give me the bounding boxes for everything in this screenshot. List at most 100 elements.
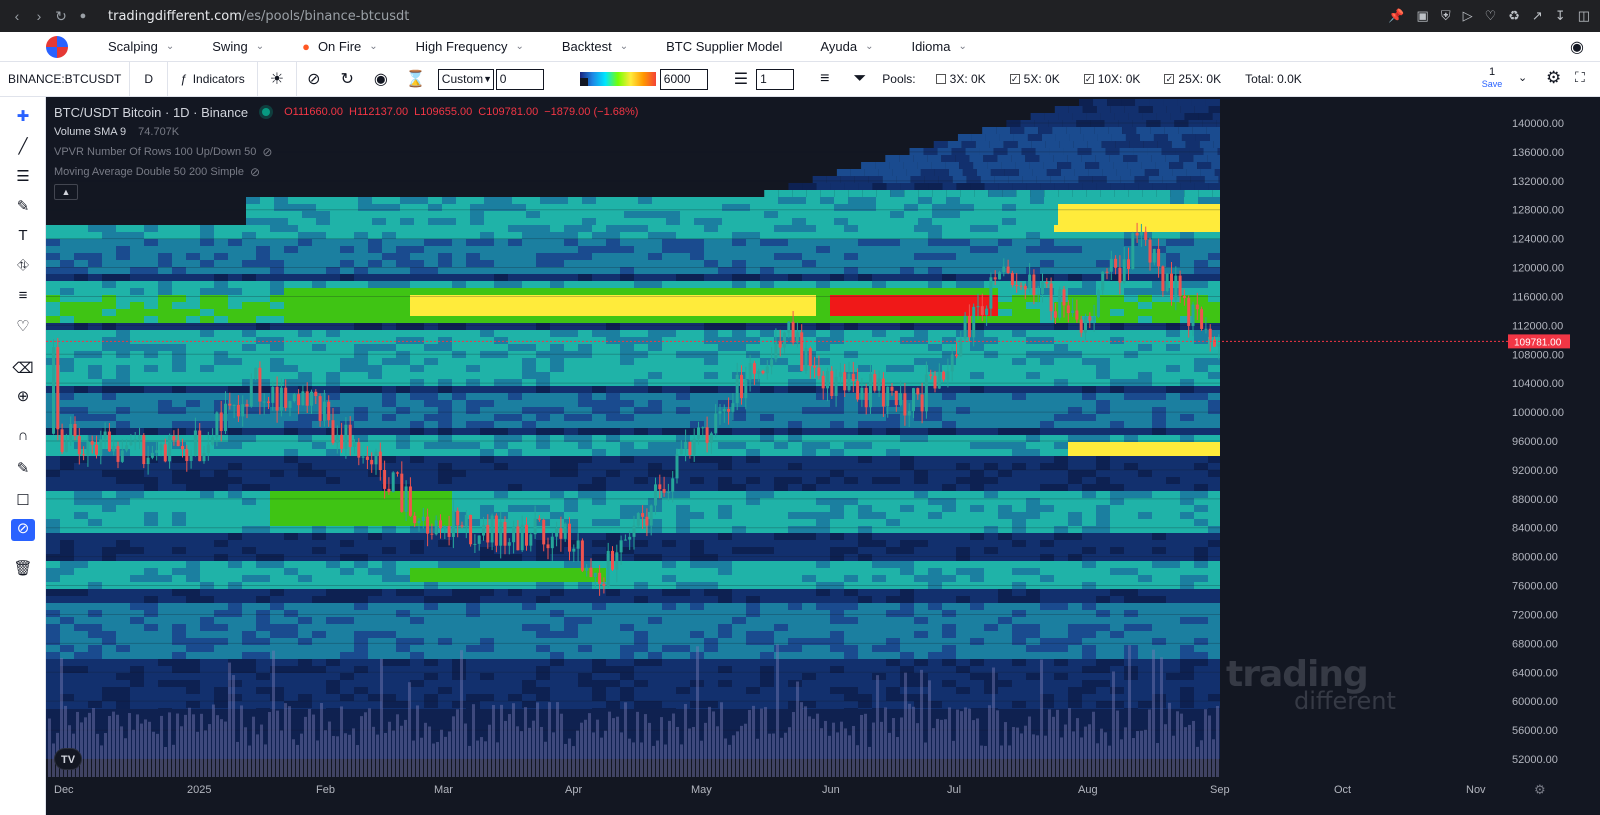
trend-line-icon[interactable]: ╱	[11, 137, 35, 159]
crosshair-icon[interactable]: ✚	[11, 107, 35, 129]
heatmap-cell	[158, 379, 172, 386]
heatmap-cell	[760, 547, 774, 554]
heatmap-cell	[368, 246, 382, 253]
heatmap-cell	[312, 260, 326, 267]
pin-icon[interactable]: 📌	[1388, 8, 1404, 24]
timer-button[interactable]: ⌛	[398, 62, 434, 96]
pool-3x-checkbox[interactable]: 3X: 0K	[935, 72, 986, 86]
heatmap-cell	[1072, 197, 1086, 204]
heatmap-cell	[592, 358, 606, 365]
text-icon[interactable]: T	[11, 227, 35, 249]
heatmap-cell	[172, 463, 186, 470]
heatmap-cell	[578, 344, 592, 351]
heatmap-cell	[326, 386, 340, 393]
heatmap-cell	[928, 358, 942, 365]
refresh-button[interactable]: ↻	[330, 62, 363, 96]
lock-drawing-icon[interactable]: ✎	[11, 459, 35, 481]
heatmap-cell	[890, 197, 904, 204]
heatmap-cell	[970, 470, 984, 477]
menu-idioma[interactable]: Idioma ⌄	[911, 39, 966, 54]
heatmap-cell	[1163, 99, 1178, 106]
menu-scalping[interactable]: Scalping ⌄	[108, 39, 174, 54]
heatmap-cell	[942, 519, 956, 526]
fullscreen-icon[interactable]: ⛶	[1575, 69, 1585, 86]
heatmap-cell	[186, 288, 200, 295]
heart-icon[interactable]: ♡	[1485, 8, 1497, 24]
settings-sun-button[interactable]: ☀	[258, 62, 298, 96]
shield-icon[interactable]: ⛨	[1441, 8, 1451, 24]
gear-icon[interactable]: ⚙	[1546, 68, 1561, 88]
horizontal-lines-icon[interactable]: ☰	[11, 167, 35, 189]
menu-on-fire[interactable]: ● On Fire ⌄	[302, 39, 378, 54]
menu-btc-supplier-model[interactable]: BTC Supplier Model	[666, 39, 782, 54]
heatmap-cell	[1207, 155, 1222, 162]
pool-5x-checkbox[interactable]: ✓ 5X: 0K	[1009, 72, 1060, 86]
camera-icon[interactable]: ◉	[1570, 37, 1584, 57]
site-logo[interactable]	[46, 35, 68, 58]
filter-button[interactable]: ⏷	[829, 62, 866, 96]
heatmap-cell	[60, 309, 74, 316]
lock-icon[interactable]: ☐	[11, 491, 35, 513]
pool-25x-checkbox[interactable]: ✓ 25X: 0K	[1164, 72, 1221, 86]
heatmap-cell	[1198, 218, 1212, 225]
menu-high-frequency[interactable]: High Frequency ⌄	[416, 39, 524, 54]
extensions-icon[interactable]: ♻	[1508, 8, 1520, 24]
heatmap-cell	[690, 344, 704, 351]
heatmap-cell	[858, 575, 872, 582]
menu-backtest[interactable]: Backtest ⌄	[562, 39, 628, 54]
play-icon[interactable]: ▷	[1463, 8, 1473, 24]
color-scale-slider[interactable]	[579, 72, 656, 86]
zoom-in-icon[interactable]: ⊕	[11, 387, 35, 409]
chevron-down-icon[interactable]: ⌄	[1518, 71, 1527, 84]
heatmap-cell	[1040, 337, 1054, 344]
address-bar[interactable]: tradingdifferent.com/es/pools/binance-bt…	[108, 9, 409, 24]
heatmap-cell	[424, 540, 438, 547]
forward-icon[interactable]: ›	[28, 8, 50, 24]
interval-button[interactable]: D	[130, 62, 169, 96]
brush-icon[interactable]: ✎	[11, 197, 35, 219]
heatmap-cell	[774, 232, 788, 239]
download-icon[interactable]: ↧	[1555, 8, 1566, 24]
heatmap-cell	[256, 575, 270, 582]
preset-value-input[interactable]: 0	[495, 68, 544, 90]
menu-swing[interactable]: Swing ⌄	[212, 39, 264, 54]
heatmap-cell	[1208, 246, 1222, 253]
symbol-search[interactable]: BINANCE:BTCUSDT	[0, 62, 131, 96]
save-layout-button[interactable]: 1 Save	[1472, 66, 1512, 90]
slider-knob[interactable]	[579, 78, 588, 86]
heatmap-cell	[368, 540, 382, 547]
reload-icon[interactable]: ↻	[50, 8, 72, 25]
pattern-icon[interactable]: ⛗	[11, 257, 35, 279]
screenshot-icon[interactable]: ▣	[1417, 8, 1429, 24]
preset-select[interactable]: Custom ▼	[437, 68, 494, 90]
hide-button[interactable]: ⊘	[297, 62, 330, 96]
site-info-icon[interactable]: ●	[72, 10, 94, 22]
share-icon[interactable]: ↗	[1532, 8, 1543, 24]
forecast-icon[interactable]: ≡	[11, 287, 35, 309]
heatmap-cell	[942, 225, 956, 232]
magnet-icon[interactable]: ∩	[11, 427, 35, 449]
ruler-icon[interactable]: ⌫	[11, 359, 35, 381]
back-icon[interactable]: ‹	[6, 8, 28, 24]
heatmap-cell	[480, 372, 494, 379]
indicators-button[interactable]: ƒ Indicators	[168, 62, 258, 96]
heatmap-cell	[60, 561, 74, 568]
layers-input[interactable]: 1	[756, 68, 795, 90]
align-button[interactable]: ≡	[794, 62, 829, 96]
heart-icon[interactable]: ♡	[11, 317, 35, 339]
palette-button[interactable]: ◉	[364, 62, 398, 96]
menu-ayuda[interactable]: Ayuda ⌄	[820, 39, 873, 54]
heatmap-cell	[872, 463, 886, 470]
heatmap-cell	[522, 337, 536, 344]
trash-icon[interactable]: 🗑	[11, 559, 35, 581]
heatmap-cell	[942, 484, 956, 491]
heatmap-cell	[200, 246, 214, 253]
heatmap-cell	[760, 281, 774, 288]
heatmap-cell	[732, 428, 746, 435]
heatmap-cell	[1040, 183, 1055, 190]
sidebar-icon[interactable]: ◫	[1578, 8, 1590, 24]
pool-10x-checkbox[interactable]: ✓ 10X: 0K	[1083, 72, 1140, 86]
threshold-input[interactable]: 6000	[659, 68, 708, 90]
heatmap-cell	[130, 554, 144, 561]
hide-drawings-icon[interactable]: ⊘	[11, 519, 35, 541]
